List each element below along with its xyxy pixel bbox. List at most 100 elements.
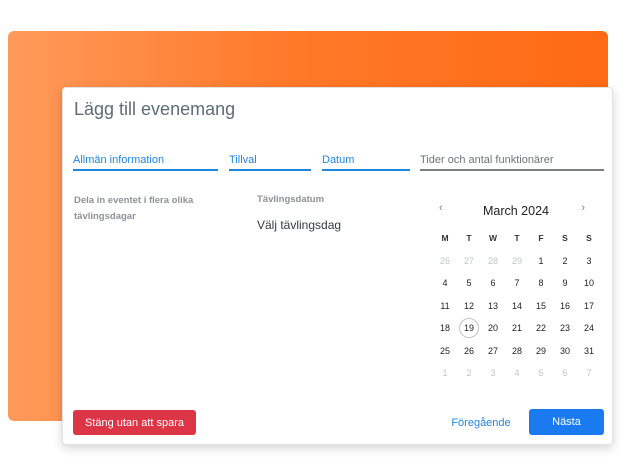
calendar-day[interactable]: 30: [553, 340, 577, 363]
calendar-day[interactable]: 14: [505, 295, 529, 318]
calendar-day-number: 24: [583, 323, 594, 333]
calendar-week-row: 26 27 28 29 1 2 3: [433, 250, 601, 273]
calendar-day[interactable]: 16: [553, 295, 577, 318]
calendar-day-number: 7: [514, 278, 520, 288]
calendar-day[interactable]: 17: [577, 295, 601, 318]
calendar-day-outside-month: 6: [553, 362, 577, 385]
calendar-month-title: March 2024: [482, 204, 549, 218]
calendar-day-number: 22: [535, 323, 546, 333]
calendar-day-outside-month: 26: [433, 250, 457, 273]
calendar-day-number: 20: [487, 323, 498, 333]
calendar-day[interactable]: 5: [457, 272, 481, 295]
calendar-day-number: 19: [459, 318, 479, 338]
calendar-day[interactable]: 23: [553, 317, 577, 340]
tab-bar: Allmän information Tillval Datum Tider o…: [73, 153, 604, 173]
calendar-day-outside-month: 4: [505, 362, 529, 385]
calendar-day[interactable]: 13: [481, 295, 505, 318]
calendar-day-number: 2: [466, 368, 472, 378]
calendar-day-number: 6: [562, 368, 568, 378]
weekday-label: M: [441, 233, 449, 243]
tab-times-and-officials[interactable]: Tider och antal funktionärer: [420, 153, 604, 171]
calendar-day-number: 10: [583, 278, 594, 288]
calendar-day[interactable]: 12: [457, 295, 481, 318]
tab-general-info[interactable]: Allmän information: [73, 153, 218, 171]
add-event-modal: Lägg till evenemang Allmän information T…: [62, 87, 613, 445]
calendar-day[interactable]: 20: [481, 317, 505, 340]
calendar-day[interactable]: 21: [505, 317, 529, 340]
calendar-week-row: 11 12 13 14 15 16 17: [433, 295, 601, 318]
calendar-day-number: 28: [511, 345, 522, 356]
calendar-week-row: 4 5 6 7 8 9 10: [433, 272, 601, 295]
calendar-day-number: 18: [439, 323, 450, 333]
calendar-day-number: 3: [490, 368, 496, 378]
modal-title: Lägg till evenemang: [74, 99, 236, 119]
chevron-right-icon[interactable]: ›: [581, 202, 585, 214]
calendar-day-number: 13: [487, 300, 498, 311]
calendar-day-number: 23: [559, 323, 570, 333]
calendar-day-number: 15: [535, 300, 546, 311]
calendar-day-number: 5: [466, 278, 472, 288]
calendar-day[interactable]: 22: [529, 317, 553, 340]
calendar-day-number: 14: [511, 300, 522, 311]
calendar-day-number: 9: [562, 278, 568, 288]
calendar-day[interactable]: 7: [505, 272, 529, 295]
calendar-day[interactable]: 25: [433, 340, 457, 363]
calendar-day[interactable]: 18: [433, 317, 457, 340]
next-button[interactable]: Nästa: [529, 409, 604, 435]
calendar-day-outside-month: 3: [481, 362, 505, 385]
calendar-day[interactable]: 28: [505, 340, 529, 363]
calendar-day-today[interactable]: 19: [457, 317, 481, 340]
calendar-day[interactable]: 10: [577, 272, 601, 295]
calendar-day[interactable]: 6: [481, 272, 505, 295]
weekday-label: S: [586, 233, 592, 243]
calendar-day-outside-month: 28: [481, 250, 505, 273]
calendar-day[interactable]: 15: [529, 295, 553, 318]
calendar-day[interactable]: 27: [481, 340, 505, 363]
tab-date[interactable]: Datum: [322, 153, 410, 171]
stage: Lägg till evenemang Allmän information T…: [0, 0, 629, 474]
calendar-day-number: 30: [559, 345, 570, 356]
calendar-day-number: 27: [463, 255, 474, 266]
calendar-day[interactable]: 8: [529, 272, 553, 295]
calendar-day[interactable]: 24: [577, 317, 601, 340]
calendar-day[interactable]: 9: [553, 272, 577, 295]
weekday-label: F: [538, 233, 544, 243]
weekday-label: S: [562, 233, 568, 243]
calendar-day[interactable]: 11: [433, 295, 457, 318]
calendar-day-number: 6: [490, 278, 496, 288]
calendar-day-number: 29: [511, 255, 522, 266]
calendar-day-number: 26: [439, 255, 450, 266]
previous-button[interactable]: Föregående: [446, 410, 516, 435]
calendar-day[interactable]: 29: [529, 340, 553, 363]
calendar-day-number: 31: [583, 345, 594, 356]
competition-date-value: Välj tävlingsdag: [257, 218, 342, 232]
calendar-day[interactable]: 1: [529, 250, 553, 273]
tab-options[interactable]: Tillval: [229, 153, 311, 171]
calendar-day-outside-month: 2: [457, 362, 481, 385]
calendar-day-number: 17: [583, 300, 594, 311]
calendar-day-outside-month: 5: [529, 362, 553, 385]
calendar-day-outside-month: 29: [505, 250, 529, 273]
calendar-day[interactable]: 2: [553, 250, 577, 273]
calendar-day[interactable]: 26: [457, 340, 481, 363]
calendar-day[interactable]: 31: [577, 340, 601, 363]
calendar-day-number: 16: [559, 300, 570, 311]
competition-date-label: Tävlingsdatum: [257, 194, 325, 205]
calendar-day-number: 2: [562, 255, 568, 266]
date-picker-calendar: ‹ March 2024 › M T W T F S S 26 27 28 29 1 2 3 4 5 6 7 8 9 1…: [431, 200, 601, 378]
calendar-day-number: 3: [586, 255, 592, 266]
calendar-week-row: 18 19 20 21 22 23 24: [433, 317, 601, 340]
weekday-label: T: [466, 233, 472, 243]
calendar-day-number: 26: [463, 345, 474, 356]
calendar-day-number: 29: [535, 345, 546, 356]
calendar-day-number: 4: [514, 368, 520, 378]
calendar-day[interactable]: 4: [433, 272, 457, 295]
calendar-day[interactable]: 3: [577, 250, 601, 273]
calendar-grid: M T W T F S S 26 27 28 29 1 2 3 4 5 6 7 8 9 10 11 12 13 14 15 16 17…: [433, 227, 601, 385]
calendar-day-number: 5: [538, 368, 544, 378]
calendar-day-number: 11: [440, 300, 450, 311]
close-without-saving-button[interactable]: Stäng utan att spara: [73, 410, 196, 435]
calendar-day-outside-month: 7: [577, 362, 601, 385]
multi-day-toggle-label[interactable]: Dela in eventet i flera olika tävlingsda…: [74, 193, 224, 225]
calendar-week-row: 1 2 3 4 5 6 7: [433, 362, 601, 385]
